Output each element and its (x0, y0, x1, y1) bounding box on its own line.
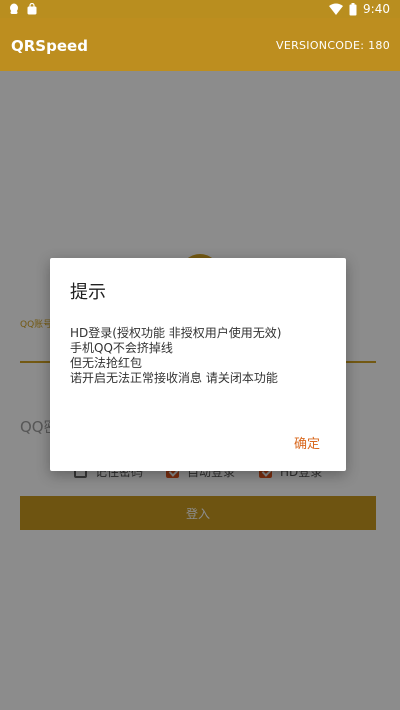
dialog-message-line: 但无法抢红包 (70, 356, 143, 370)
status-right: 9:40 (329, 2, 390, 16)
status-bar: 9:40 (0, 0, 400, 18)
app-bar: QRSpeed VERSIONCODE: 180 (0, 18, 400, 71)
dialog-ok-button[interactable]: 确定 (294, 433, 320, 452)
dialog-message-line: 手机QQ不会挤掉线 (70, 341, 173, 355)
status-time: 9:40 (363, 2, 390, 16)
dialog-title: 提示 (70, 282, 106, 303)
battery-icon (349, 2, 357, 16)
status-left (8, 3, 38, 15)
alert-dialog: 提示 HD登录(授权功能 非授权用户使用无效) 手机QQ不会挤掉线 但无法抢红包… (50, 258, 346, 471)
qq-notification-icon (8, 3, 20, 15)
wifi-icon (329, 3, 344, 15)
dialog-message-line: 诺开启无法正常接收消息 请关闭本功能 (70, 371, 278, 385)
app-title: QRSpeed (11, 37, 88, 55)
dialog-message: HD登录(授权功能 非授权用户使用无效) 手机QQ不会挤掉线 但无法抢红包 诺开… (70, 326, 330, 386)
shopping-bag-icon (26, 3, 38, 15)
version-code: VERSIONCODE: 180 (276, 39, 390, 52)
dialog-message-line: HD登录(授权功能 非授权用户使用无效) (70, 326, 282, 340)
